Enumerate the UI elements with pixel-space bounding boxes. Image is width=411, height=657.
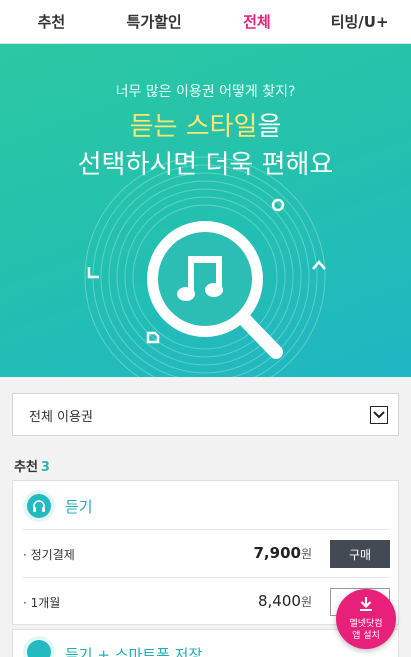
recommended-section-heading: 추천 3 [14,456,50,475]
plan-name: · 정기결제 [23,548,75,562]
music-note-magnifier-icon [147,221,283,359]
plan-price-unit: 원 [300,547,312,561]
tab-all[interactable]: 전체 [206,0,309,43]
plan-name: · 1개월 [23,596,61,610]
plan-row-subscription: · 정기결제 7,900원 구매 [23,529,390,577]
plan-price-value: 8,400 [258,592,301,610]
pass-filter-dropdown[interactable]: 전체 이용권 [12,393,399,436]
plan-row-one-month: · 1개월 8,400원 [23,577,390,625]
section-count: 3 [40,460,50,475]
plan-price: 8,400원 [258,592,312,610]
card-header: 듣기 [13,481,398,529]
plan-price-unit: 원 [300,595,312,609]
tab-tving-uplus[interactable]: 티빙/U+ [308,0,411,43]
buy-button[interactable]: 구매 [330,540,390,568]
caret-decoration-icon [312,260,326,270]
headphones-icon [23,490,55,522]
app-install-line2: 앱 설치 [352,631,380,641]
plan-price: 7,900원 [254,544,313,562]
app-install-button[interactable]: 멜넷닷컴 앱 설치 [336,589,396,649]
section-title: 추천 [14,460,38,475]
hero-headline-rest: 을 [257,112,282,142]
tab-special-discount[interactable]: 특가할인 [103,0,206,43]
hero-banner: 너무 많은 이용권 어떻게 찾지? 듣는 스타일을 선택하시면 더욱 편해요 [0,44,411,377]
download-icon [360,597,372,611]
hero-subtitle: 너무 많은 이용권 어떻게 찾지? [115,84,296,100]
hero-headline-highlight: 듣는 스타일 [129,112,258,142]
card-title: 듣기 [65,498,93,516]
tab-recommended[interactable]: 추천 [0,0,103,43]
square-decoration-icon [146,331,160,344]
plan-price-value: 7,900 [253,544,301,562]
top-tab-bar: 추천 특가할인 전체 티빙/U+ [0,0,411,44]
pass-filter-selected: 전체 이용권 [29,410,93,425]
hero-headline: 듣는 스타일을 [0,106,411,143]
circle-decoration-icon [271,198,285,212]
card-title: 듣기 + 스마트폰 저장 [65,646,203,657]
chevron-down-icon [370,406,388,424]
phone-download-icon [23,636,55,657]
corner-decoration-icon [87,267,99,279]
